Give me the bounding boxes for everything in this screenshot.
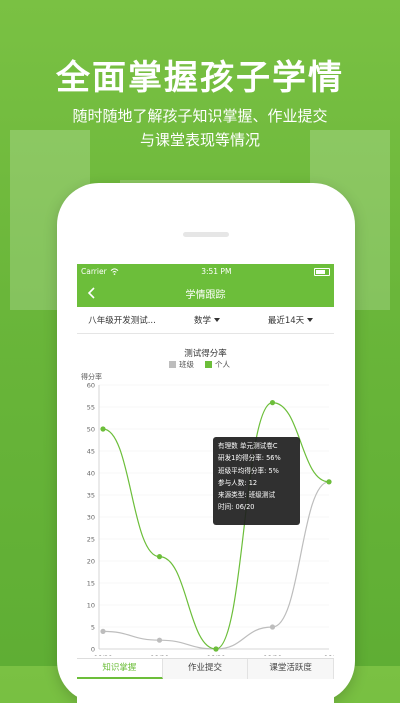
promo-subtitle-line2: 与课堂表现等情况	[139, 131, 260, 149]
tooltip-line: 参与人数: 12	[218, 478, 258, 487]
legend-swatch	[205, 361, 212, 368]
data-tooltip: 有理数 单元测试卷C 研发1的得分率: 56% 班级平均得分率: 5% 参与人数…	[213, 437, 300, 525]
carrier-label: Carrier	[81, 267, 107, 276]
score-chart: 测试得分率班级 个人得分率 0 5 10 15 20 25 30 35 40 45 50 55 60 06/2…	[77, 334, 334, 656]
phone-speaker	[183, 232, 229, 237]
data-point	[100, 628, 106, 634]
class-filter[interactable]: 八年级开发测试...	[77, 314, 167, 326]
tab-homework[interactable]: 作业提交	[163, 659, 249, 679]
battery-icon	[313, 267, 330, 276]
data-point	[213, 646, 219, 652]
y-tick-label: 60	[87, 382, 95, 390]
tooltip-line: 研发1的得分率: 56%	[218, 454, 281, 463]
y-tick-label: 0	[91, 646, 95, 654]
time-range-filter-label: 最近14天	[267, 316, 305, 326]
class-filter-label: 八年级开发测试...	[88, 316, 156, 326]
y-tick-label: 55	[87, 404, 95, 412]
x-tick-label: 06/20	[263, 654, 282, 656]
nav-bar: 学情跟踪	[77, 279, 334, 307]
x-tick-label: 06/20	[207, 654, 226, 656]
phone-screen: Carrier 3:51 PM 学情跟踪 八年级开发测试... 数学 最近14天…	[77, 264, 334, 703]
filter-bar: 八年级开发测试... 数学 最近14天	[77, 307, 334, 334]
y-tick-label: 35	[87, 492, 95, 500]
y-axis-label: 得分率	[81, 372, 102, 381]
legend-label: 个人	[215, 360, 230, 369]
tooltip-line: 时间: 06/20	[218, 503, 255, 512]
phone-frame: Carrier 3:51 PM 学情跟踪 八年级开发测试... 数学 最近14天…	[57, 183, 355, 703]
promo-subtitle-line1: 随时随地了解孩子知识掌握、作业提交	[72, 107, 328, 125]
x-tick-label: 06/	[324, 654, 334, 656]
status-time: 3:51 PM	[201, 267, 232, 276]
time-range-filter[interactable]: 最近14天	[247, 314, 334, 326]
data-point	[100, 426, 106, 432]
data-point	[156, 637, 163, 643]
status-bar: Carrier 3:51 PM	[77, 264, 334, 279]
data-point	[269, 624, 276, 630]
data-point	[326, 479, 332, 485]
data-point	[269, 400, 276, 406]
caret-down-icon	[307, 318, 314, 322]
subject-filter-label: 数学	[193, 316, 211, 326]
wifi-icon	[110, 268, 119, 275]
y-tick-label: 30	[87, 514, 95, 522]
x-tick-label: 06/20	[150, 654, 169, 656]
y-tick-label: 45	[87, 448, 95, 456]
tab-activity[interactable]: 课堂活跃度	[248, 659, 334, 679]
y-tick-label: 20	[87, 558, 95, 566]
legend-label: 班级	[179, 359, 194, 369]
back-arrow-icon[interactable]	[85, 286, 99, 300]
y-tick-label: 50	[87, 426, 95, 434]
y-tick-label: 15	[87, 580, 95, 588]
y-tick-label: 40	[87, 470, 95, 478]
legend-swatch	[169, 361, 176, 368]
y-tick-label: 25	[87, 536, 95, 544]
y-tick-label: 10	[87, 602, 95, 610]
data-point	[156, 554, 163, 560]
subject-filter[interactable]: 数学	[167, 314, 247, 326]
tooltip-line: 有理数 单元测试卷C	[218, 442, 278, 450]
bottom-tabs: 知识掌握 作业提交 课堂活跃度	[77, 658, 334, 679]
x-tick-label: 06/20	[94, 654, 113, 656]
caret-down-icon	[214, 318, 220, 322]
nav-title: 学情跟踪	[185, 289, 226, 301]
tab-knowledge[interactable]: 知识掌握	[77, 659, 163, 679]
chart-title: 测试得分率	[184, 348, 227, 359]
tooltip-line: 班级平均得分率: 5%	[218, 466, 279, 475]
tooltip-line: 来源类型: 班级测试	[218, 491, 276, 500]
promo-title: 全面掌握孩子学情	[56, 58, 344, 98]
y-tick-label: 5	[91, 624, 95, 632]
